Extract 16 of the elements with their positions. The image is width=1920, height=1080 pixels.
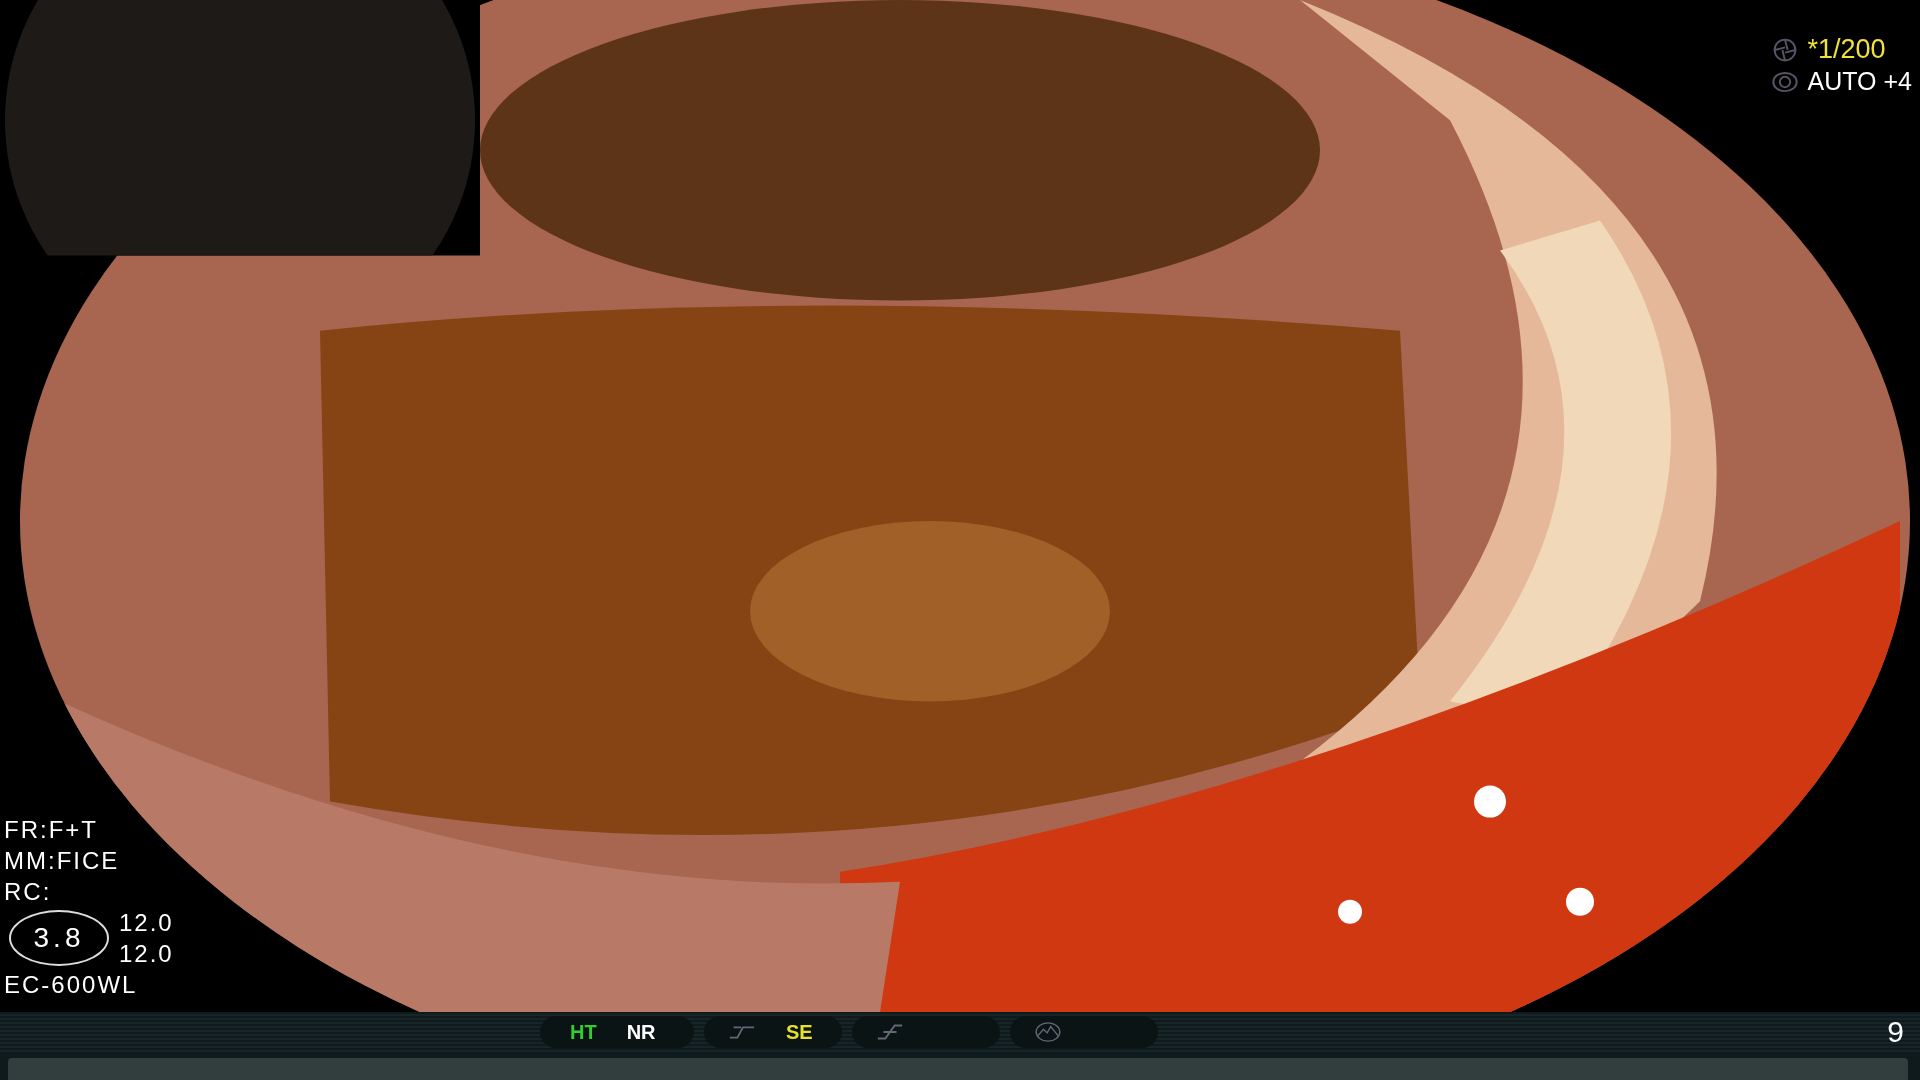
info-text: RC: <box>4 877 53 907</box>
status-label: NR <box>626 1020 656 1044</box>
scope-model: EC-600WL <box>4 970 139 1000</box>
slash-curve-icon <box>876 1022 904 1042</box>
status-label: HT <box>570 1020 597 1044</box>
iris-mode: AUTO +4 <box>1807 67 1912 96</box>
shutter-speed: *1/200 <box>1807 34 1886 65</box>
info-value: 12.0 <box>119 939 174 969</box>
status-label: SE <box>786 1020 813 1044</box>
zoom-value: 3.8 <box>9 910 109 966</box>
page-number: 9 <box>1887 1015 1904 1049</box>
aperture-icon <box>1771 36 1798 63</box>
peak-icon <box>1034 1022 1062 1042</box>
info-text: FR:F+T <box>4 815 99 845</box>
info-text: MM:FICE <box>4 846 121 876</box>
info-value: 12.0 <box>119 908 174 938</box>
